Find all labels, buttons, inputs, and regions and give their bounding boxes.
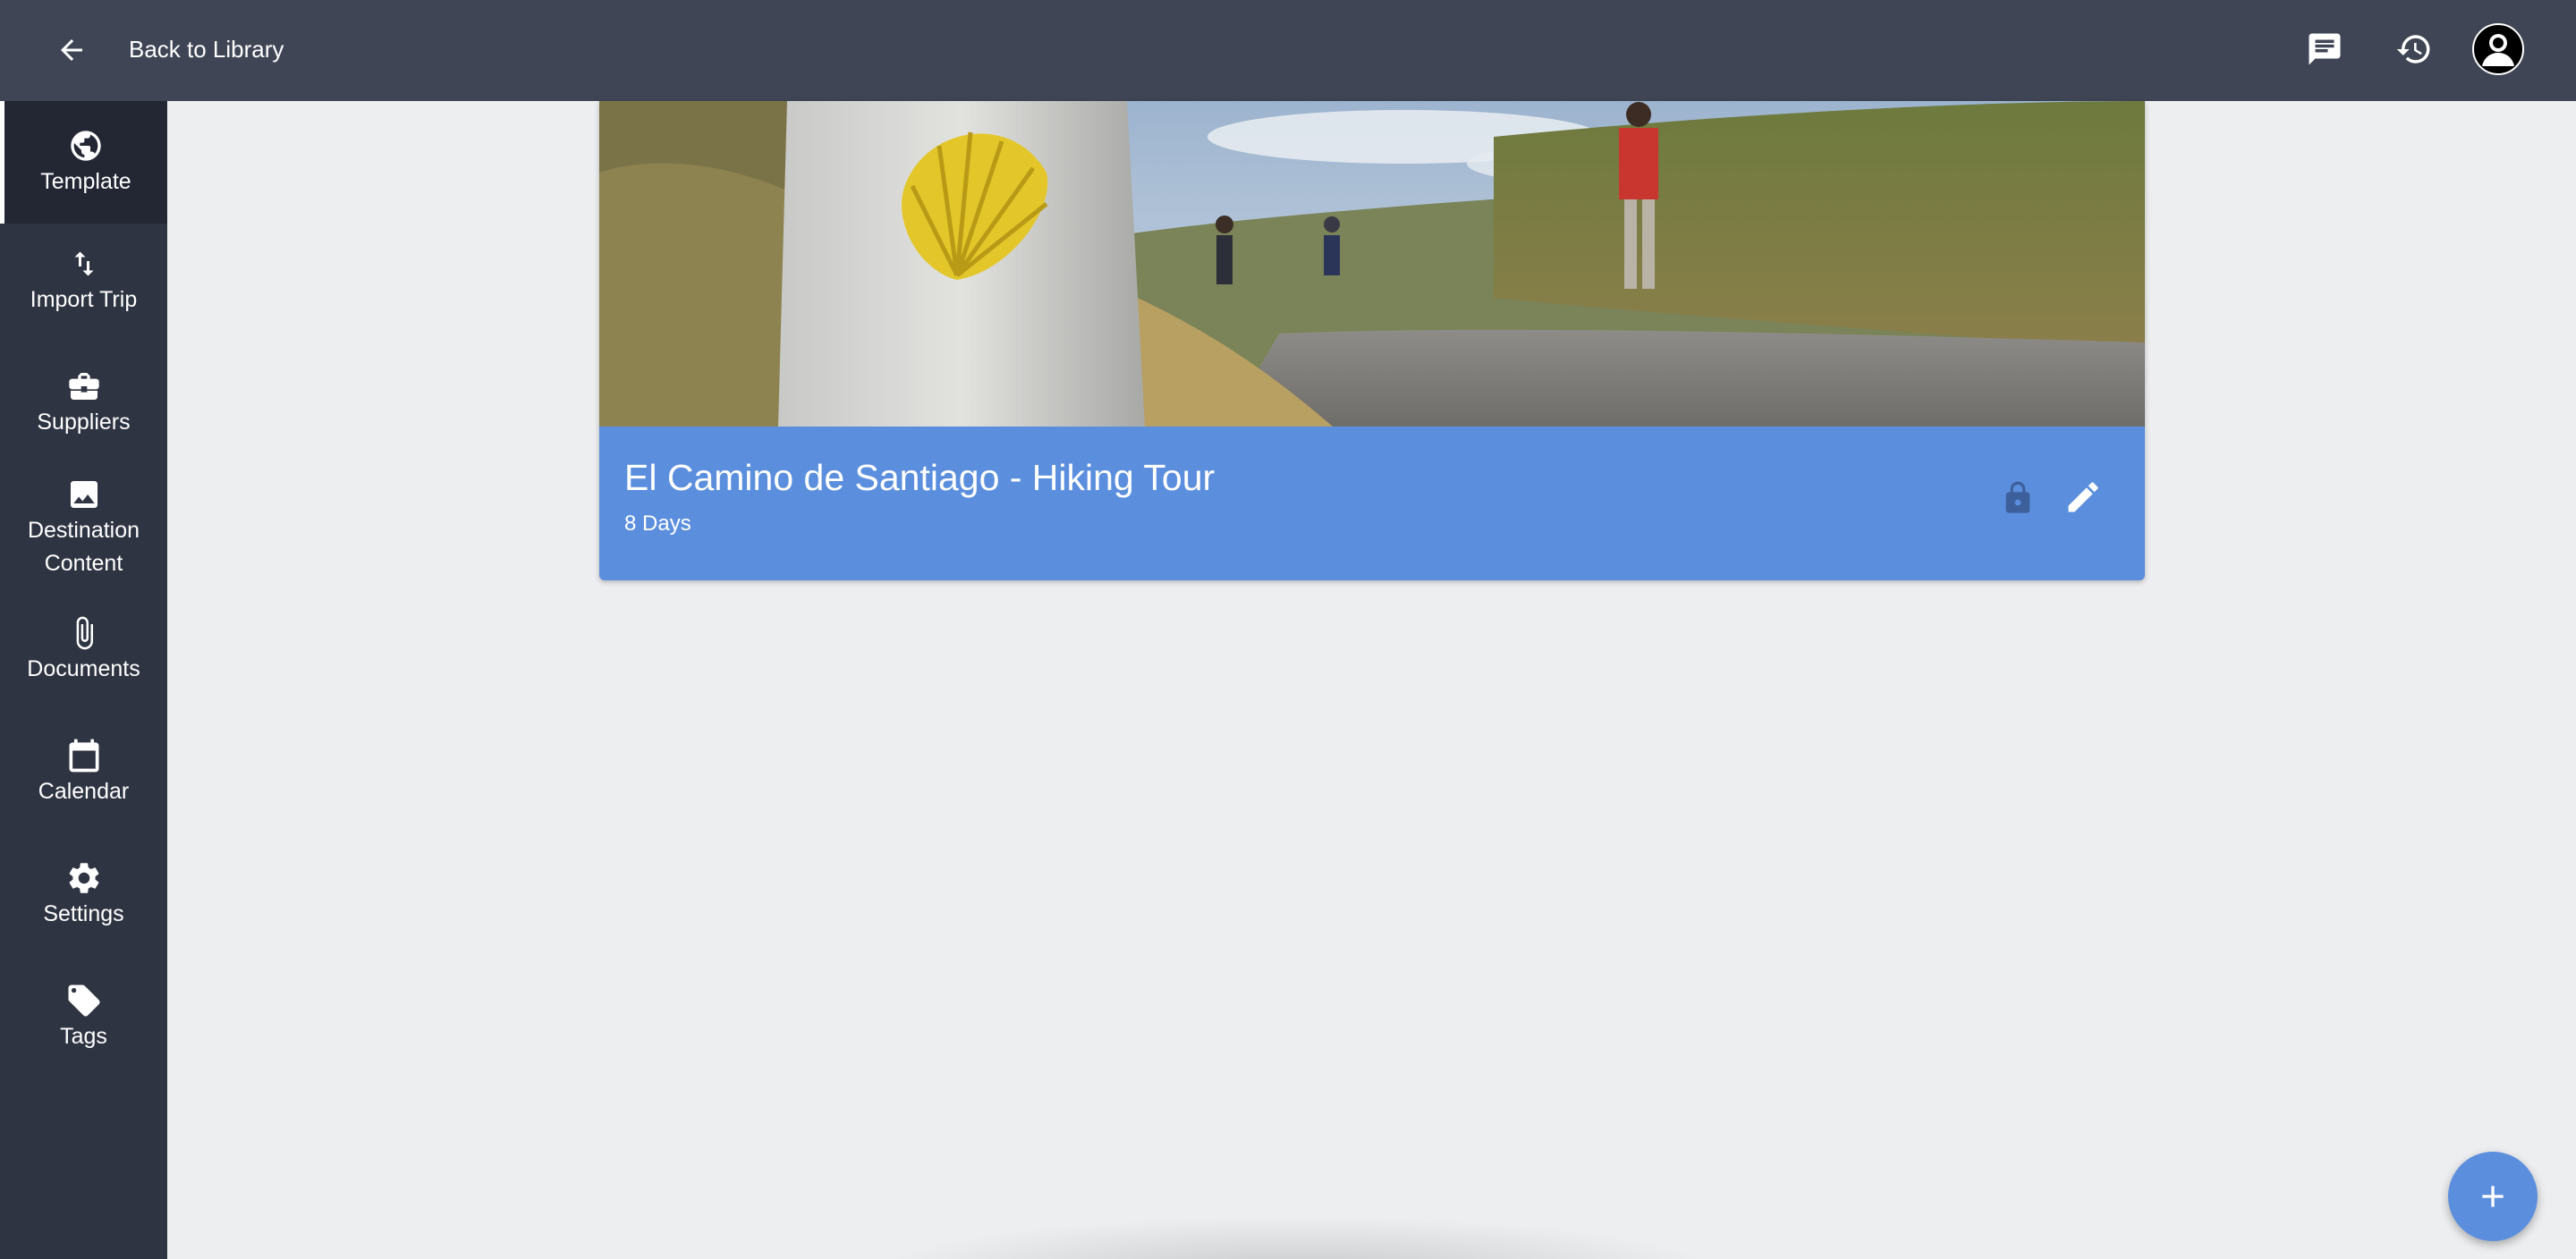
sidebar-item-destination-content[interactable]: Destination Content <box>0 475 167 580</box>
trip-template-card: El Camino de Santiago - Hiking Tour 8 Da… <box>599 101 2145 580</box>
back-to-library-link[interactable]: Back to Library <box>129 34 284 64</box>
gear-icon <box>65 858 103 898</box>
briefcase-icon <box>66 367 102 406</box>
arrow-left-icon <box>61 39 82 61</box>
plus-icon <box>2482 1186 2504 1207</box>
avatar-icon <box>2482 34 2514 66</box>
chat-icon <box>2309 33 2341 65</box>
paperclip-icon <box>66 613 102 653</box>
import-arrows-icon <box>68 244 100 283</box>
bottom-shadow <box>877 1216 1717 1259</box>
sidebar-item-suppliers[interactable]: Suppliers <box>0 367 167 439</box>
sidebar-item-template[interactable]: Template <box>0 101 167 224</box>
sidebar-item-import-trip[interactable]: Import Trip <box>0 244 167 317</box>
sidebar-item-label: Template <box>40 169 131 194</box>
trip-cover-image[interactable] <box>599 101 2145 427</box>
back-button[interactable] <box>52 30 91 70</box>
globe-icon <box>68 126 104 165</box>
sidebar-item-settings[interactable]: Settings <box>0 858 167 931</box>
user-avatar[interactable] <box>2472 23 2524 75</box>
sidebar-item-label: Tags <box>60 1024 107 1049</box>
sidebar-item-documents[interactable]: Documents <box>0 613 167 686</box>
edit-button[interactable] <box>2061 475 2106 520</box>
tag-icon <box>65 981 103 1020</box>
trip-title: El Camino de Santiago - Hiking Tour <box>624 457 1216 498</box>
sidebar-item-calendar[interactable]: Calendar <box>0 736 167 808</box>
history-button[interactable] <box>2392 27 2436 72</box>
sidebar-item-label: Suppliers <box>37 410 131 435</box>
sidebar-item-label: Calendar <box>38 779 130 804</box>
lock-button[interactable] <box>1998 477 2038 520</box>
sidebar-nav: Template Import Trip Suppliers Destinati… <box>0 101 167 1259</box>
history-icon <box>2396 35 2430 63</box>
top-app-bar: Back to Library <box>0 0 2576 101</box>
sidebar-item-tags[interactable]: Tags <box>0 981 167 1053</box>
calendar-icon <box>64 736 104 775</box>
sidebar-item-label: Documents <box>27 656 140 681</box>
trip-duration: 8 Days <box>624 511 691 536</box>
add-fab-button[interactable] <box>2448 1152 2538 1241</box>
pencil-icon <box>2068 482 2098 512</box>
sidebar-item-label: Settings <box>43 901 124 926</box>
sidebar-item-label: Import Trip <box>30 287 138 312</box>
image-icon <box>66 475 102 514</box>
sidebar-item-label: Destination Content <box>27 518 140 576</box>
chat-button[interactable] <box>2302 27 2347 72</box>
lock-icon <box>2005 481 2030 513</box>
